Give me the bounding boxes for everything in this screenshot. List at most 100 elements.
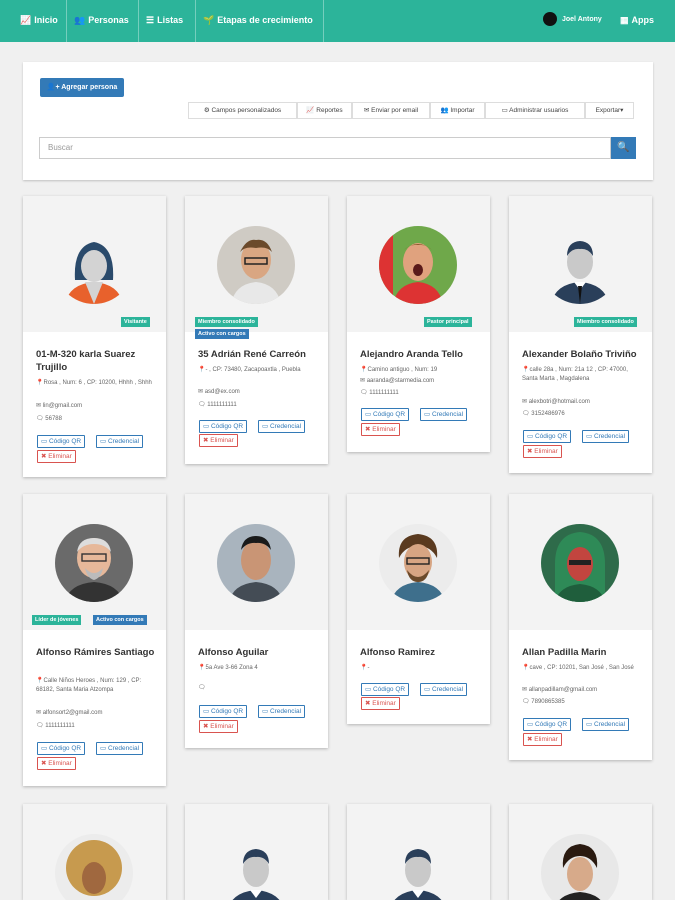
card-icon: ▭ bbox=[586, 721, 594, 728]
card-icon: ▭ bbox=[586, 433, 594, 440]
nav-item-personas[interactable]: 👥 Personas bbox=[66, 0, 129, 42]
person-photo-icon bbox=[379, 226, 457, 304]
person-name[interactable]: 01-M-320 karla Suarez Trujillo bbox=[36, 348, 156, 374]
user-plus-icon: 👤+ bbox=[46, 84, 62, 91]
person-address: 📍Rosa , Num: 6 , CP: 10200, Hhhh , Shhh bbox=[36, 380, 152, 386]
envelope-icon: ✉ bbox=[36, 403, 43, 409]
delete-button[interactable]: ✖ Eliminar bbox=[361, 423, 400, 436]
delete-button[interactable]: ✖ Eliminar bbox=[37, 450, 76, 463]
nav-item-etapas[interactable]: 🌱 Etapas de crecimiento bbox=[195, 0, 313, 42]
qr-code-button[interactable]: ▭ Código QR bbox=[37, 742, 86, 755]
top-navbar: 📈 Inicio 👥 Personas ☰ Listas 🌱 Etapas de cre… bbox=[0, 0, 675, 42]
status-badge: Pastor principal bbox=[424, 317, 472, 327]
person-name[interactable]: Alejandro Aranda Tello bbox=[360, 348, 480, 361]
qr-code-button[interactable]: ▭ Código QR bbox=[523, 718, 572, 731]
whatsapp-icon: 🗨 bbox=[198, 402, 208, 408]
delete-button[interactable]: ✖ Eliminar bbox=[523, 733, 562, 746]
credential-button[interactable]: ▭ Credencial bbox=[96, 742, 144, 755]
envelope-icon: ✉ bbox=[36, 710, 43, 716]
female-avatar-icon bbox=[55, 226, 133, 304]
qr-code-button[interactable]: ▭ Código QR bbox=[199, 705, 248, 718]
person-phone: 🗨 7890865385 bbox=[522, 699, 565, 705]
delete-button[interactable]: ✖ Eliminar bbox=[199, 720, 238, 733]
card-icon: ▭ bbox=[262, 708, 270, 715]
credential-button[interactable]: ▭ Credencial bbox=[582, 430, 630, 443]
card-icon: ▭ bbox=[41, 438, 49, 445]
person-email: ✉ alexbotri@hotmail.com bbox=[522, 399, 590, 405]
person-photo-icon bbox=[55, 524, 133, 602]
avatar bbox=[55, 226, 133, 304]
person-card[interactable]: Miembro consolidado Alexander Bolaño Tri… bbox=[509, 196, 652, 473]
person-phone: 🗨 1111111111 bbox=[360, 390, 399, 396]
person-card[interactable]: Alfonso Aguilar 📍5a Ave 3-66 Zona 4 🗨 ▭ … bbox=[185, 494, 328, 748]
qr-code-button[interactable]: ▭ Código QR bbox=[361, 683, 410, 696]
credential-button[interactable]: ▭ Credencial bbox=[258, 705, 306, 718]
person-name[interactable]: Alfonso Aguilar bbox=[198, 646, 318, 659]
qr-code-button[interactable]: ▭ Código QR bbox=[523, 430, 572, 443]
qr-code-button[interactable]: ▭ Código QR bbox=[199, 420, 248, 433]
person-email: ✉ aaranda@starmedia.com bbox=[360, 378, 435, 384]
credential-button[interactable]: ▭ Credencial bbox=[582, 718, 630, 731]
person-card[interactable]: Pastor principal Alejandro Aranda Tello … bbox=[347, 196, 490, 452]
person-address: 📍calle 28a , Num: 21a 12 , CP: 47000, Sa… bbox=[522, 367, 628, 382]
delete-button[interactable]: ✖ Eliminar bbox=[199, 434, 238, 447]
envelope-icon: ✉ bbox=[360, 378, 367, 384]
person-name[interactable]: Alfonso Rámires Santiago bbox=[36, 646, 156, 659]
reports-button[interactable]: 📈 Reportes bbox=[297, 102, 352, 119]
person-name[interactable]: 35 Adrián René Carreón bbox=[198, 348, 318, 361]
person-name[interactable]: Alexander Bolaño Triviño bbox=[522, 348, 642, 361]
card-icon: ▭ bbox=[203, 708, 211, 715]
badge-row: Miembro consolidado bbox=[509, 317, 652, 343]
person-card[interactable] bbox=[509, 804, 652, 900]
search-input[interactable]: Buscar bbox=[39, 137, 611, 159]
user-menu[interactable]: Joel Antony bbox=[535, 0, 602, 42]
card-icon: ▭ bbox=[424, 411, 432, 418]
whatsapp-icon: 🗨 bbox=[522, 699, 532, 705]
send-email-button[interactable]: ✉ Enviar por email bbox=[352, 102, 430, 119]
delete-button[interactable]: ✖ Eliminar bbox=[37, 757, 76, 770]
credential-button[interactable]: ▭ Credencial bbox=[96, 435, 144, 448]
person-name[interactable]: Allan Padilla Marin bbox=[522, 646, 642, 659]
credential-button[interactable]: ▭ Credencial bbox=[420, 408, 468, 421]
export-dropdown[interactable]: Exportar▾ bbox=[585, 102, 634, 119]
person-email: ✉ asd@ex.com bbox=[198, 389, 240, 395]
manage-users-button[interactable]: ▭ Administrar usuarios bbox=[485, 102, 585, 119]
credential-button[interactable]: ▭ Credencial bbox=[258, 420, 306, 433]
custom-fields-button[interactable]: ⚙ Campos personalizados bbox=[188, 102, 297, 119]
card-icon: ▭ bbox=[365, 686, 373, 693]
grid-icon: ▦ bbox=[620, 15, 629, 25]
credential-button[interactable]: ▭ Credencial bbox=[420, 683, 468, 696]
person-card[interactable]: Líder de jóvenes Activo con cargos Alfon… bbox=[23, 494, 166, 786]
people-toolbar-panel: 👤+ Agregar persona ⚙ Campos personalizad… bbox=[23, 62, 653, 180]
person-card[interactable]: Allan Padilla Marin 📍cave , CP: 10201, S… bbox=[509, 494, 652, 760]
delete-button[interactable]: ✖ Eliminar bbox=[361, 697, 400, 710]
nav-item-inicio[interactable]: 📈 Inicio bbox=[12, 0, 58, 42]
card-icon: ▭ bbox=[203, 423, 211, 430]
whatsapp-icon: 🗨 bbox=[36, 416, 46, 422]
avatar bbox=[217, 226, 295, 304]
search-button[interactable]: 🔍 bbox=[611, 137, 636, 159]
apps-menu[interactable]: ▦ Apps bbox=[612, 0, 654, 42]
person-card[interactable]: Alfonso Ramirez 📍- ▭ Código QR ▭ Credenc… bbox=[347, 494, 490, 724]
whatsapp-icon: 🗨 bbox=[360, 390, 370, 396]
card-icon: ▭ bbox=[262, 423, 270, 430]
person-address: 📍Calle Niños Heroes , Num: 129 , CP: 681… bbox=[36, 678, 142, 693]
nav-item-listas[interactable]: ☰ Listas bbox=[138, 0, 183, 42]
badge-row: Visitante bbox=[23, 317, 166, 343]
person-name[interactable]: Alfonso Ramirez bbox=[360, 646, 480, 659]
chart-icon: 📈 bbox=[306, 107, 317, 114]
person-card[interactable] bbox=[23, 804, 166, 900]
delete-button[interactable]: ✖ Eliminar bbox=[523, 445, 562, 458]
avatar bbox=[379, 524, 457, 602]
add-person-button[interactable]: 👤+ Agregar persona bbox=[40, 78, 124, 97]
qr-code-button[interactable]: ▭ Código QR bbox=[37, 435, 86, 448]
badge-row: Miembro consolidado Activo con cargos bbox=[185, 317, 328, 343]
person-photo-icon bbox=[541, 524, 619, 602]
person-card[interactable] bbox=[185, 804, 328, 900]
qr-code-button[interactable]: ▭ Código QR bbox=[361, 408, 410, 421]
person-card[interactable]: Miembro consolidado Activo con cargos 35… bbox=[185, 196, 328, 464]
import-button[interactable]: 👥 Importar bbox=[430, 102, 485, 119]
person-card[interactable] bbox=[347, 804, 490, 900]
nav-divider bbox=[323, 0, 324, 42]
person-card[interactable]: Visitante 01-M-320 karla Suarez Trujillo… bbox=[23, 196, 166, 477]
